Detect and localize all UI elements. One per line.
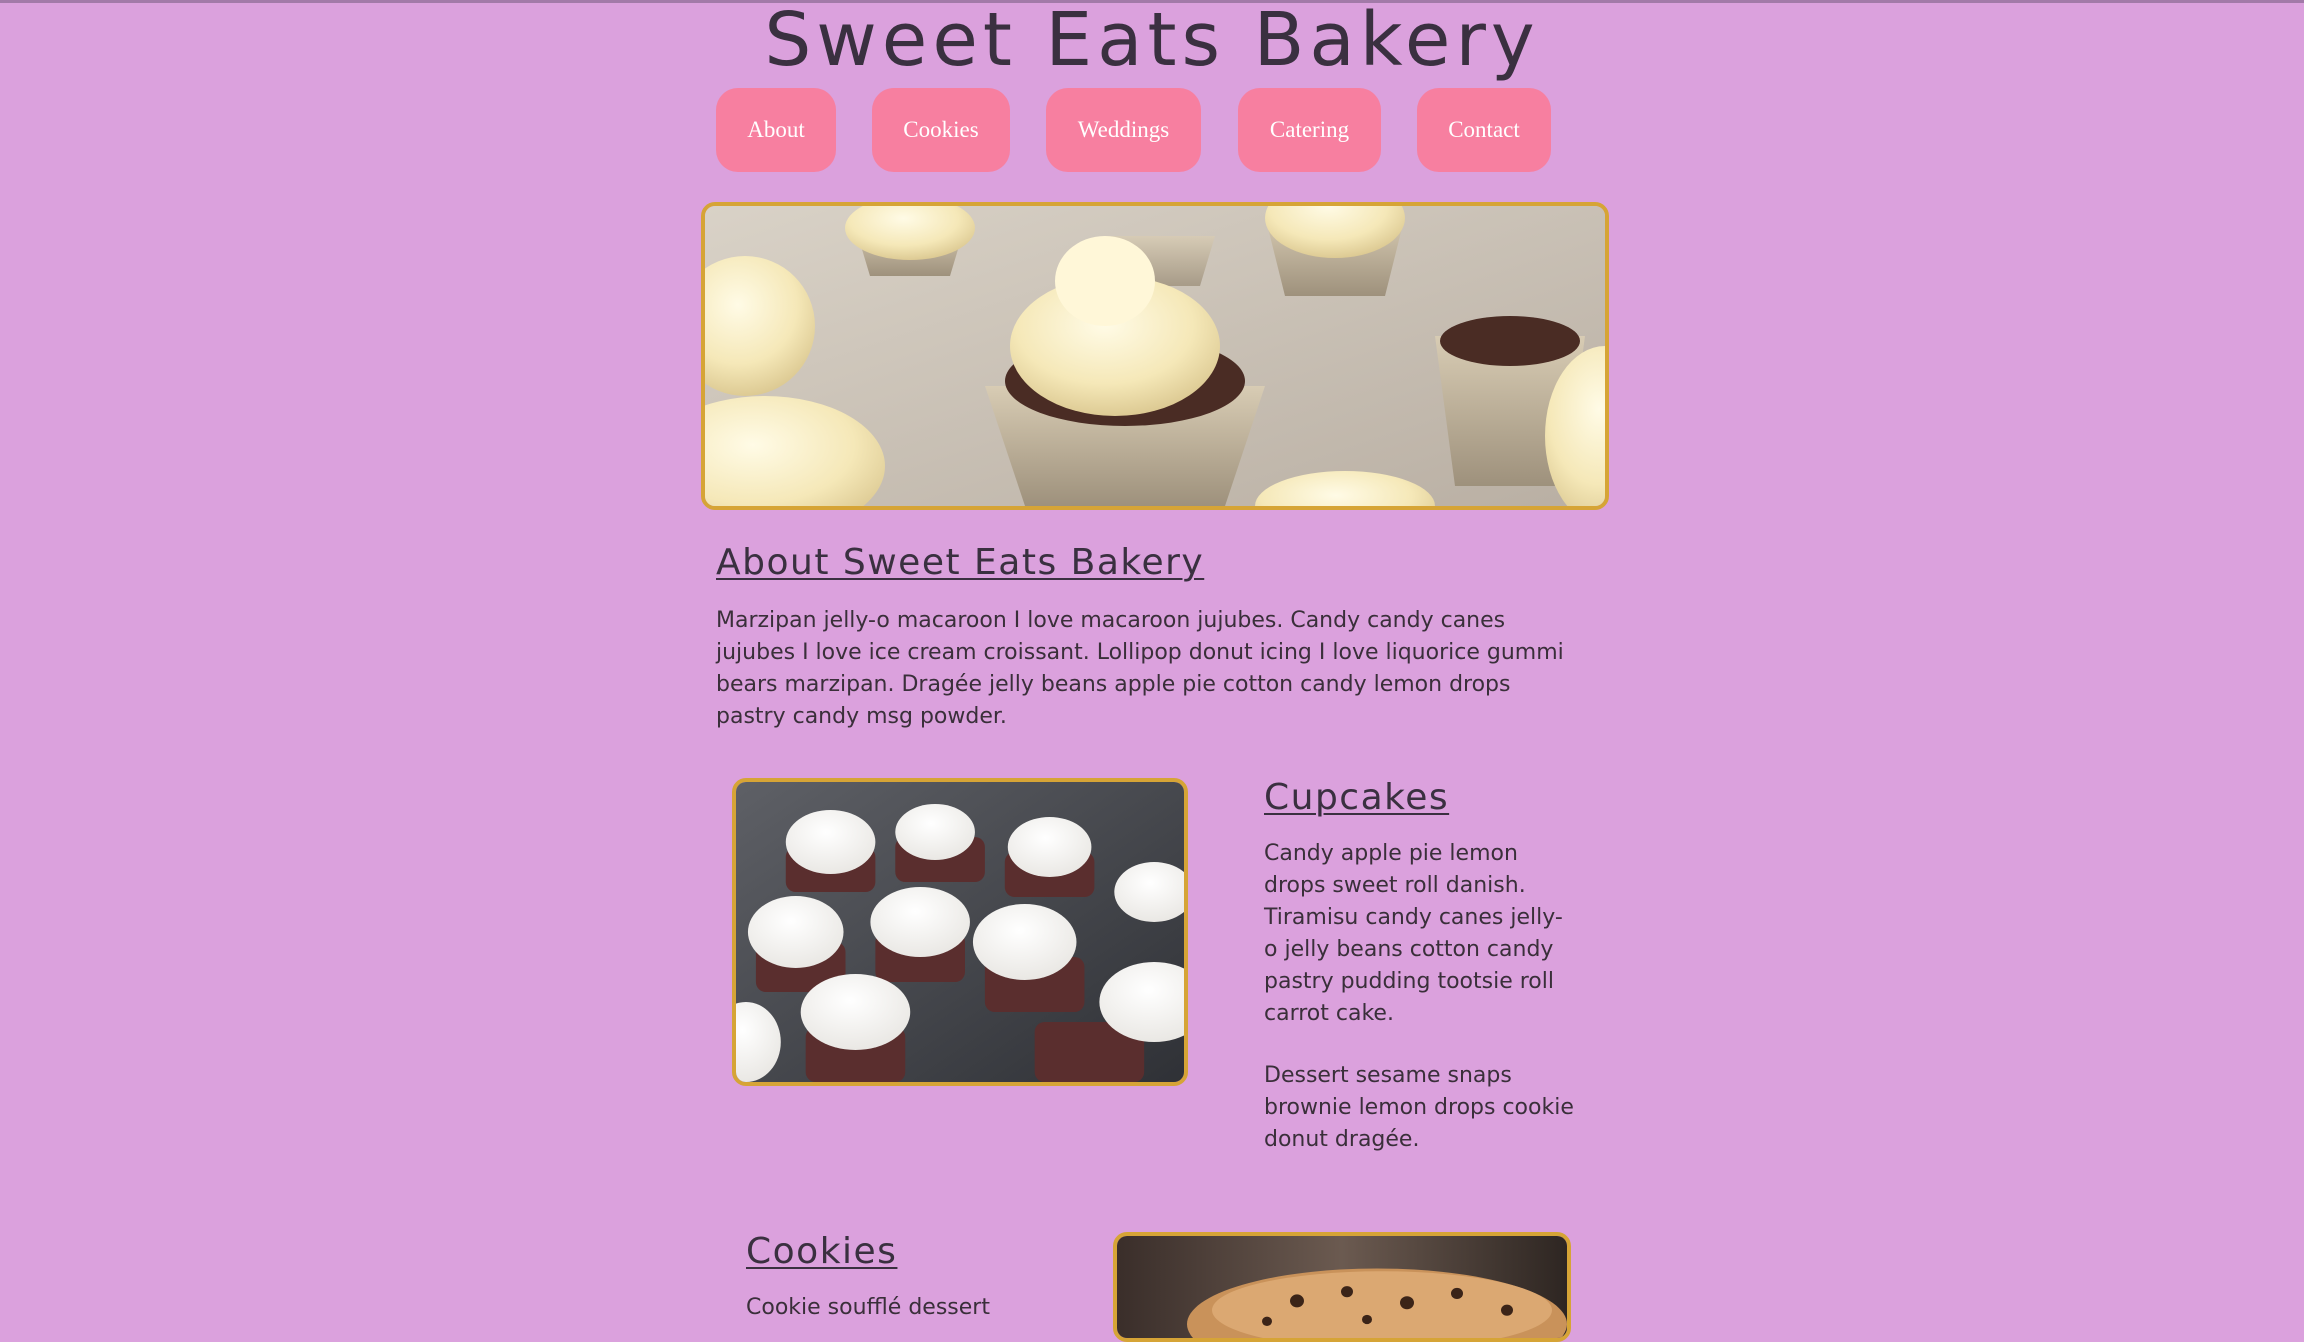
cupcakes-text-1: Candy apple pie lemon drops sweet roll d…	[1264, 841, 1563, 1026]
about-text: Marzipan jelly-o macaroon I love macaroo…	[716, 608, 1564, 729]
about-heading: About Sweet Eats Bakery	[716, 542, 1205, 583]
cookies-heading: Cookies	[746, 1231, 898, 1272]
site-title: Sweet Eats Bakery	[764, 0, 1540, 83]
cookies-text-1: Cookie soufflé dessert	[746, 1295, 990, 1320]
nav-catering-button[interactable]: Catering	[1238, 88, 1381, 172]
nav-cookies-button[interactable]: Cookies	[872, 88, 1010, 172]
main-nav: About Cookies Weddings Catering Contact	[0, 88, 2304, 172]
cupcakes-heading: Cupcakes	[1264, 777, 1450, 818]
nav-about-button[interactable]: About	[716, 88, 836, 172]
cupcakes-image	[732, 778, 1188, 1086]
nav-contact-button[interactable]: Contact	[1417, 88, 1551, 172]
hero-image	[701, 202, 1609, 510]
chocolate-cupcakes-photo	[736, 782, 1184, 1082]
nav-weddings-button[interactable]: Weddings	[1046, 88, 1201, 172]
cupcakes-text-2: Dessert sesame snaps brownie lemon drops…	[1264, 1063, 1574, 1152]
cupcakes-hero-photo	[705, 206, 1605, 506]
chocolate-chip-cookies-photo	[1117, 1236, 1567, 1338]
